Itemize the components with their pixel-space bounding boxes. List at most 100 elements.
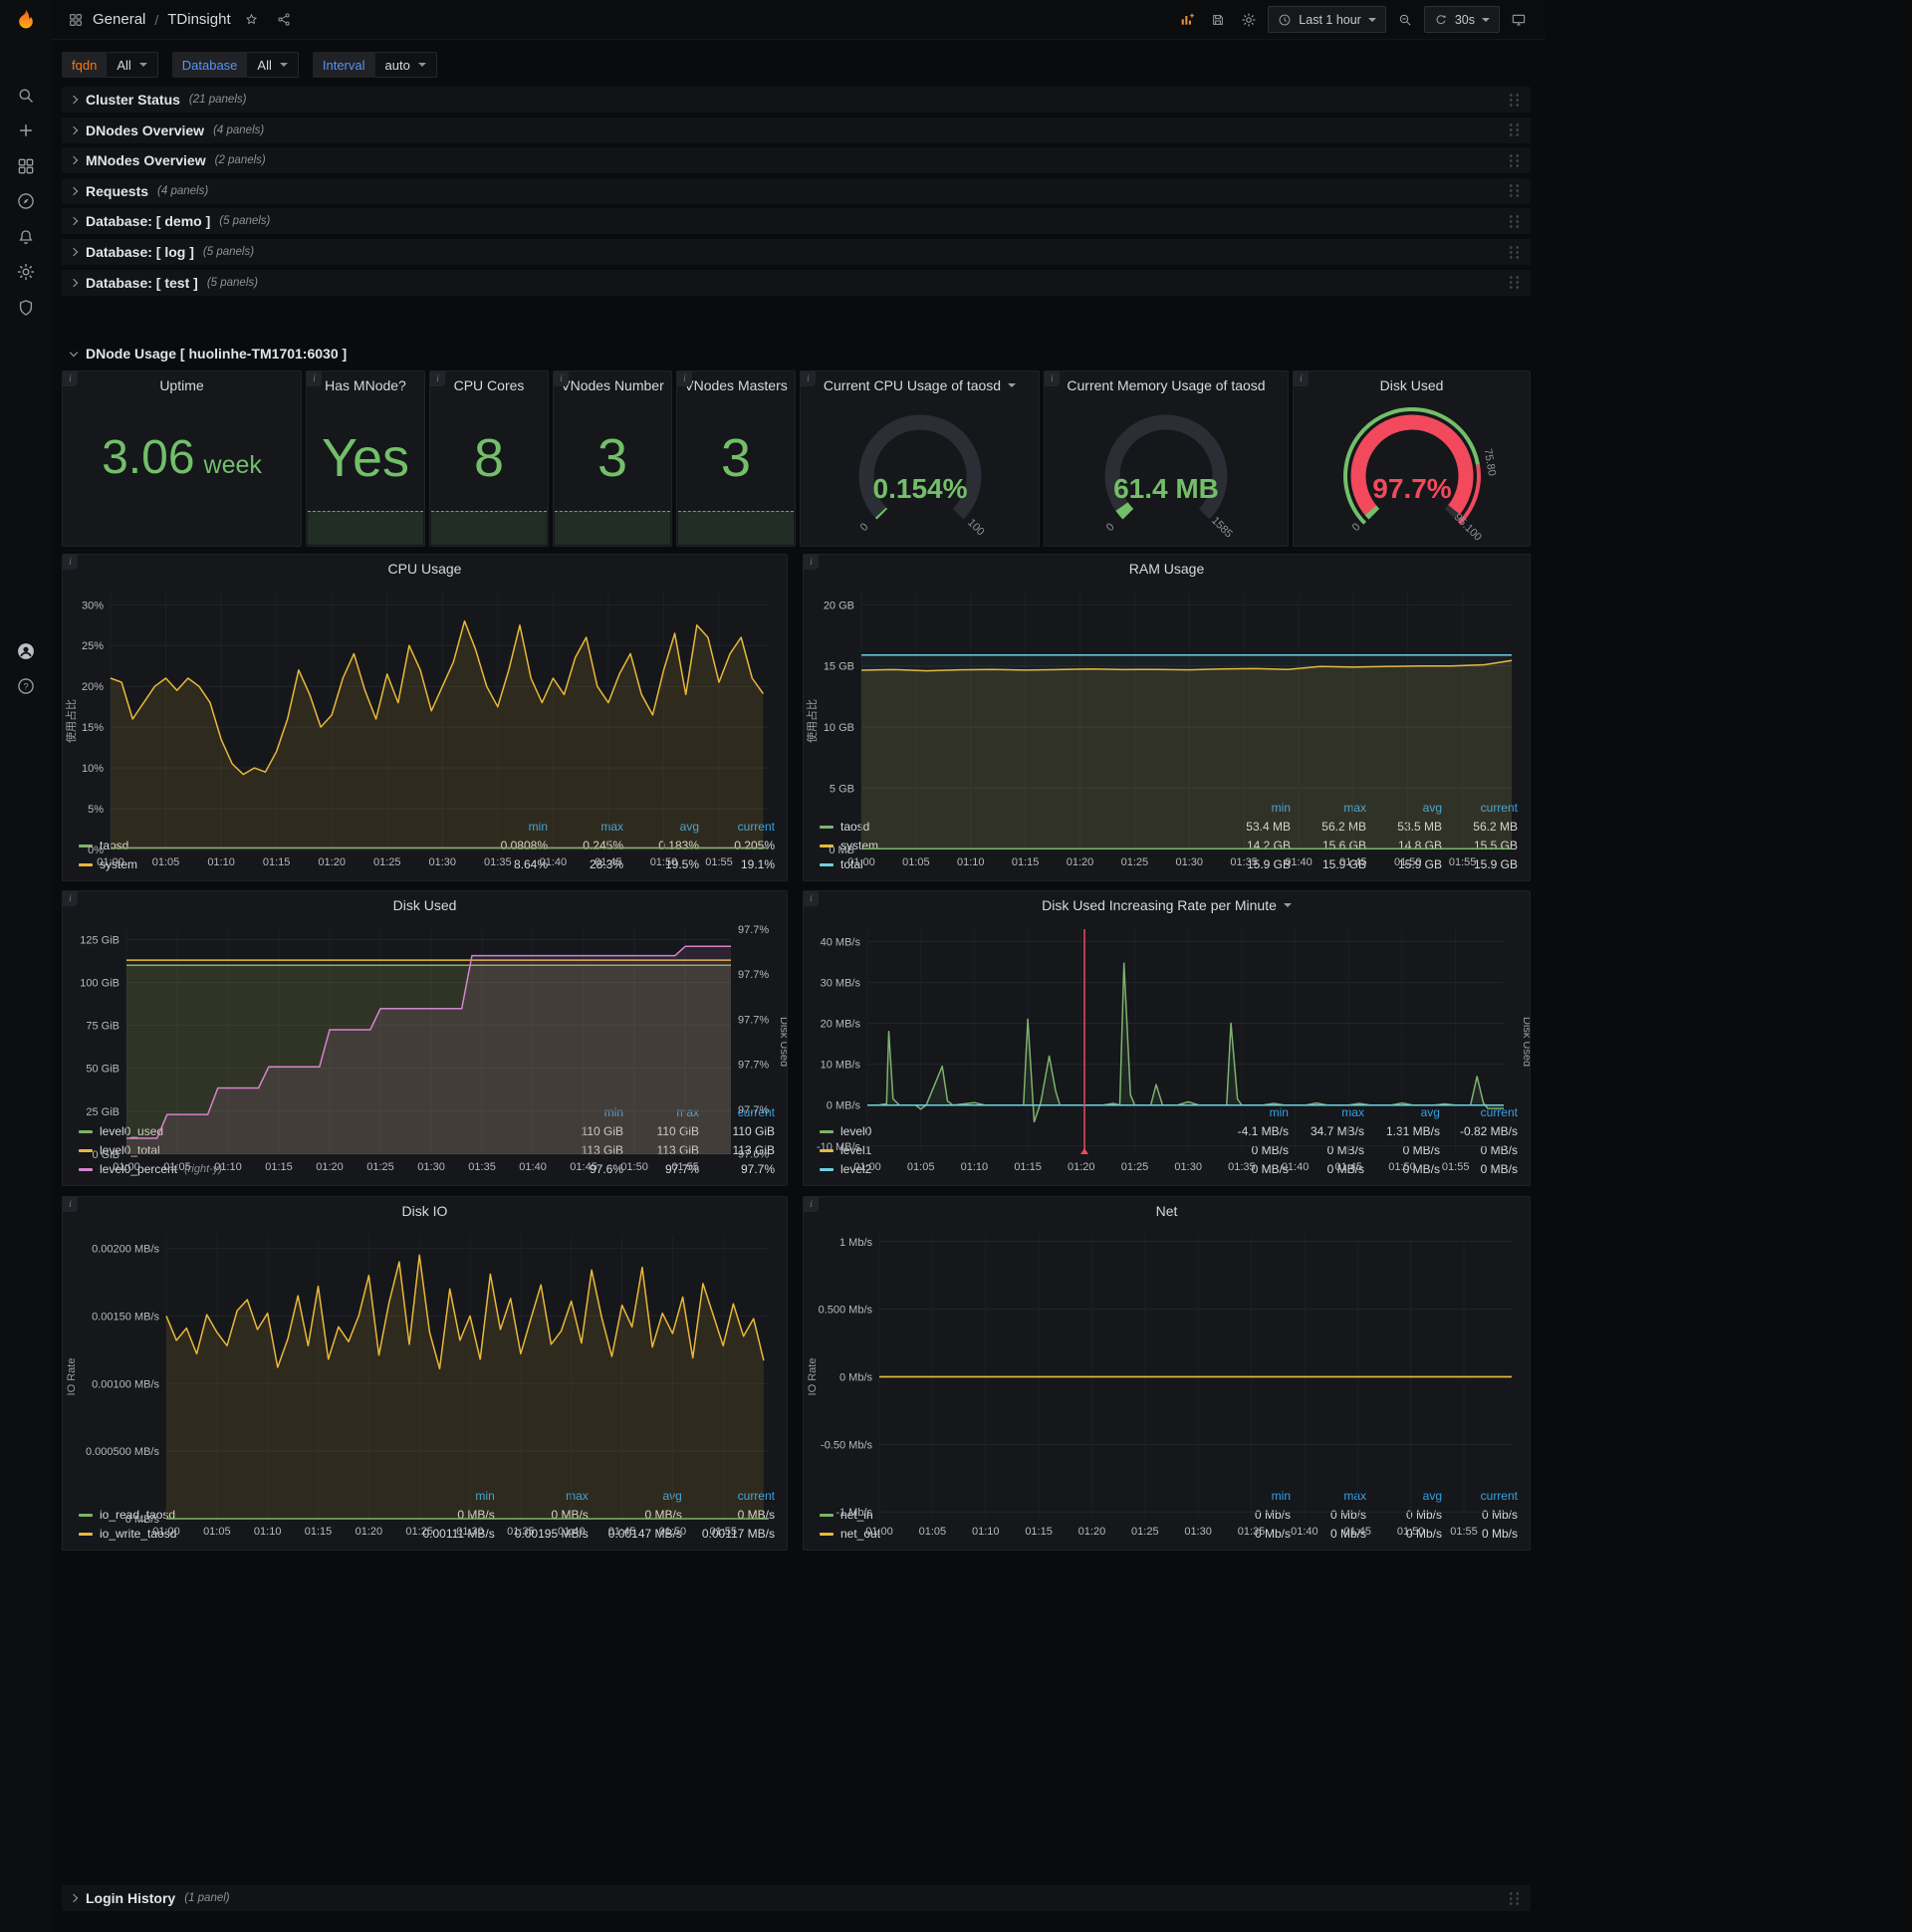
row-drag-handle[interactable] <box>1508 122 1521 138</box>
dashboard-row-database-demo[interactable]: Database: [ demo ] (5 panels) <box>62 208 1531 234</box>
panel-info-icon[interactable]: i <box>63 891 78 906</box>
panel-info-icon[interactable]: i <box>63 371 78 386</box>
disk-rate-chart-canvas[interactable]: -10 MB/s 0 MB/s 10 MB/s 20 MB/s 30 MB/s 40 MB… <box>804 919 1530 1173</box>
panel-title[interactable]: Uptime <box>63 371 301 399</box>
help-icon[interactable] <box>14 674 38 698</box>
panel-ram-usage-chart: i RAM Usage 0 MB 5 GB 10 GB 15 GB 20 GB 01:00… <box>803 554 1531 881</box>
panel-info-icon[interactable]: i <box>1294 371 1309 386</box>
save-dashboard-button[interactable] <box>1206 8 1230 32</box>
svg-text:0.00150 MB/s: 0.00150 MB/s <box>92 1311 159 1323</box>
panel-title[interactable]: RAM Usage <box>804 555 1530 583</box>
row-drag-handle[interactable] <box>1508 244 1521 260</box>
variable-label: Database <box>171 52 248 78</box>
svg-text:0.500 Mb/s: 0.500 Mb/s <box>819 1305 873 1317</box>
panel-vnodes-number: i VNodes Number 3 <box>553 370 672 547</box>
breadcrumb-page[interactable]: TDinsight <box>167 11 230 28</box>
panel-title[interactable]: Current CPU Usage of taosd <box>801 371 1039 399</box>
chevron-down-icon <box>1367 17 1376 22</box>
panel-info-icon[interactable]: i <box>677 371 692 386</box>
svg-text:01:20: 01:20 <box>316 1161 344 1173</box>
stat-sparkline <box>678 511 794 545</box>
panel-title[interactable]: Net <box>804 1197 1530 1225</box>
panel-title[interactable]: CPU Cores <box>430 371 548 399</box>
dashboard-row-cluster-status[interactable]: Cluster Status (21 panels) <box>62 87 1531 113</box>
svg-text:01:25: 01:25 <box>1121 856 1149 868</box>
panel-menu-caret[interactable] <box>1283 903 1292 907</box>
svg-text:01:20: 01:20 <box>356 1526 383 1538</box>
row-panel-count: (2 panels) <box>214 154 266 167</box>
row-drag-handle[interactable] <box>1508 213 1521 229</box>
dashboard-row-dnodes-overview[interactable]: DNodes Overview (4 panels) <box>62 118 1531 143</box>
panel-info-icon[interactable]: i <box>1045 371 1060 386</box>
panel-info-icon[interactable]: i <box>63 555 78 570</box>
configuration-gear-icon[interactable] <box>14 260 38 284</box>
panel-title[interactable]: Current Memory Usage of taosd <box>1045 371 1288 399</box>
dashboard-row-database-test[interactable]: Database: [ test ] (5 panels) <box>62 270 1531 296</box>
panel-title[interactable]: VNodes Number <box>554 371 671 399</box>
row-drag-handle[interactable] <box>1508 152 1521 168</box>
panel-disk-io-chart: i Disk IO 0 MB/s 0.000500 MB/s 0.00100 MB/… <box>62 1196 788 1551</box>
row-drag-handle[interactable] <box>1508 183 1521 199</box>
variable-value-dropdown[interactable]: All <box>107 52 158 78</box>
ram-usage-chart-canvas[interactable]: 0 MB 5 GB 10 GB 15 GB 20 GB 01:00 01:05 01:10 01… <box>804 583 1530 868</box>
cpu-usage-chart-canvas[interactable]: 0% 5% 10% 15% 20% 25% 30% 01:00 01:05 01:10 01:15 0… <box>63 583 787 868</box>
variable-value-dropdown[interactable]: All <box>247 52 299 78</box>
row-title: DNodes Overview <box>86 121 205 138</box>
dashboard-row-login-history[interactable]: Login History (1 panel) <box>62 1885 1531 1911</box>
panel-info-icon[interactable]: i <box>554 371 569 386</box>
panel-title[interactable]: Has MNode? <box>307 371 424 399</box>
dashboards-icon[interactable] <box>14 154 38 178</box>
variable-value-dropdown[interactable]: auto <box>374 52 437 78</box>
panel-title[interactable]: Disk Used <box>1294 371 1530 399</box>
svg-text:01:25: 01:25 <box>1121 1161 1149 1173</box>
panel-info-icon[interactable]: i <box>804 891 819 906</box>
panel-title[interactable]: VNodes Masters <box>677 371 795 399</box>
svg-text:15%: 15% <box>82 722 104 734</box>
net-chart-canvas[interactable]: -1 Mb/s -0.50 Mb/s 0 Mb/s 0.500 Mb/s 1 Mb/s 0… <box>804 1225 1530 1538</box>
svg-text:15 GB: 15 GB <box>824 661 854 673</box>
disk-io-chart-canvas[interactable]: 0 MB/s 0.000500 MB/s 0.00100 MB/s 0.00150 M… <box>63 1225 787 1538</box>
add-panel-button[interactable] <box>1175 8 1199 32</box>
panel-info-icon[interactable]: i <box>804 1197 819 1212</box>
panel-info-icon[interactable]: i <box>804 555 819 570</box>
panel-info-icon[interactable]: i <box>63 1197 78 1212</box>
panel-title[interactable]: CPU Usage <box>63 555 787 583</box>
search-icon[interactable] <box>14 84 38 108</box>
cycle-view-monitor-button[interactable] <box>1507 8 1531 32</box>
panel-title[interactable]: Disk IO <box>63 1197 787 1225</box>
panel-menu-caret[interactable] <box>1008 383 1017 387</box>
breadcrumb-section[interactable]: General <box>93 11 145 28</box>
svg-text:01:20: 01:20 <box>318 856 346 868</box>
dashboard-row-mnodes-overview[interactable]: MNodes Overview (2 panels) <box>62 147 1531 173</box>
panel-title[interactable]: Disk Used <box>63 891 787 919</box>
svg-text:0 MB/s: 0 MB/s <box>125 1514 160 1526</box>
zoom-out-time-button[interactable] <box>1393 8 1417 32</box>
user-avatar[interactable] <box>14 639 38 663</box>
dashboard-row-requests[interactable]: Requests (4 panels) <box>62 178 1531 204</box>
disk-used-chart-canvas[interactable]: 0 GiB 25 GiB 50 GiB 75 GiB 100 GiB 125 GiB 97.… <box>63 919 787 1173</box>
breadcrumb: General / TDinsight <box>68 8 297 32</box>
svg-text:01:00: 01:00 <box>113 1161 140 1173</box>
create-plus-icon[interactable] <box>14 119 38 142</box>
alerting-bell-icon[interactable] <box>14 225 38 249</box>
panel-info-icon[interactable]: i <box>801 371 816 386</box>
dashboard-row-database-log[interactable]: Database: [ log ] (5 panels) <box>62 239 1531 265</box>
dashboard-settings-button[interactable] <box>1237 8 1261 32</box>
refresh-picker[interactable]: 30s <box>1423 6 1500 33</box>
admin-shield-icon[interactable] <box>14 296 38 320</box>
explore-compass-icon[interactable] <box>14 189 38 213</box>
time-range-picker[interactable]: Last 1 hour <box>1268 6 1386 33</box>
row-drag-handle[interactable] <box>1508 92 1521 108</box>
grafana-logo[interactable] <box>14 8 38 32</box>
star-dashboard-button[interactable] <box>240 8 264 32</box>
svg-text:01:30: 01:30 <box>1184 1526 1212 1538</box>
row-drag-handle[interactable] <box>1508 1890 1521 1906</box>
share-dashboard-button[interactable] <box>273 8 297 32</box>
svg-text:01:10: 01:10 <box>957 856 985 868</box>
panel-info-icon[interactable]: i <box>307 371 322 386</box>
svg-text:01:10: 01:10 <box>207 856 235 868</box>
dashboard-row-dnode-usage[interactable]: DNode Usage [ huolinhe-TM1701:6030 ] <box>62 341 1531 366</box>
panel-title[interactable]: Disk Used Increasing Rate per Minute <box>804 891 1530 919</box>
row-drag-handle[interactable] <box>1508 275 1521 291</box>
panel-info-icon[interactable]: i <box>430 371 445 386</box>
